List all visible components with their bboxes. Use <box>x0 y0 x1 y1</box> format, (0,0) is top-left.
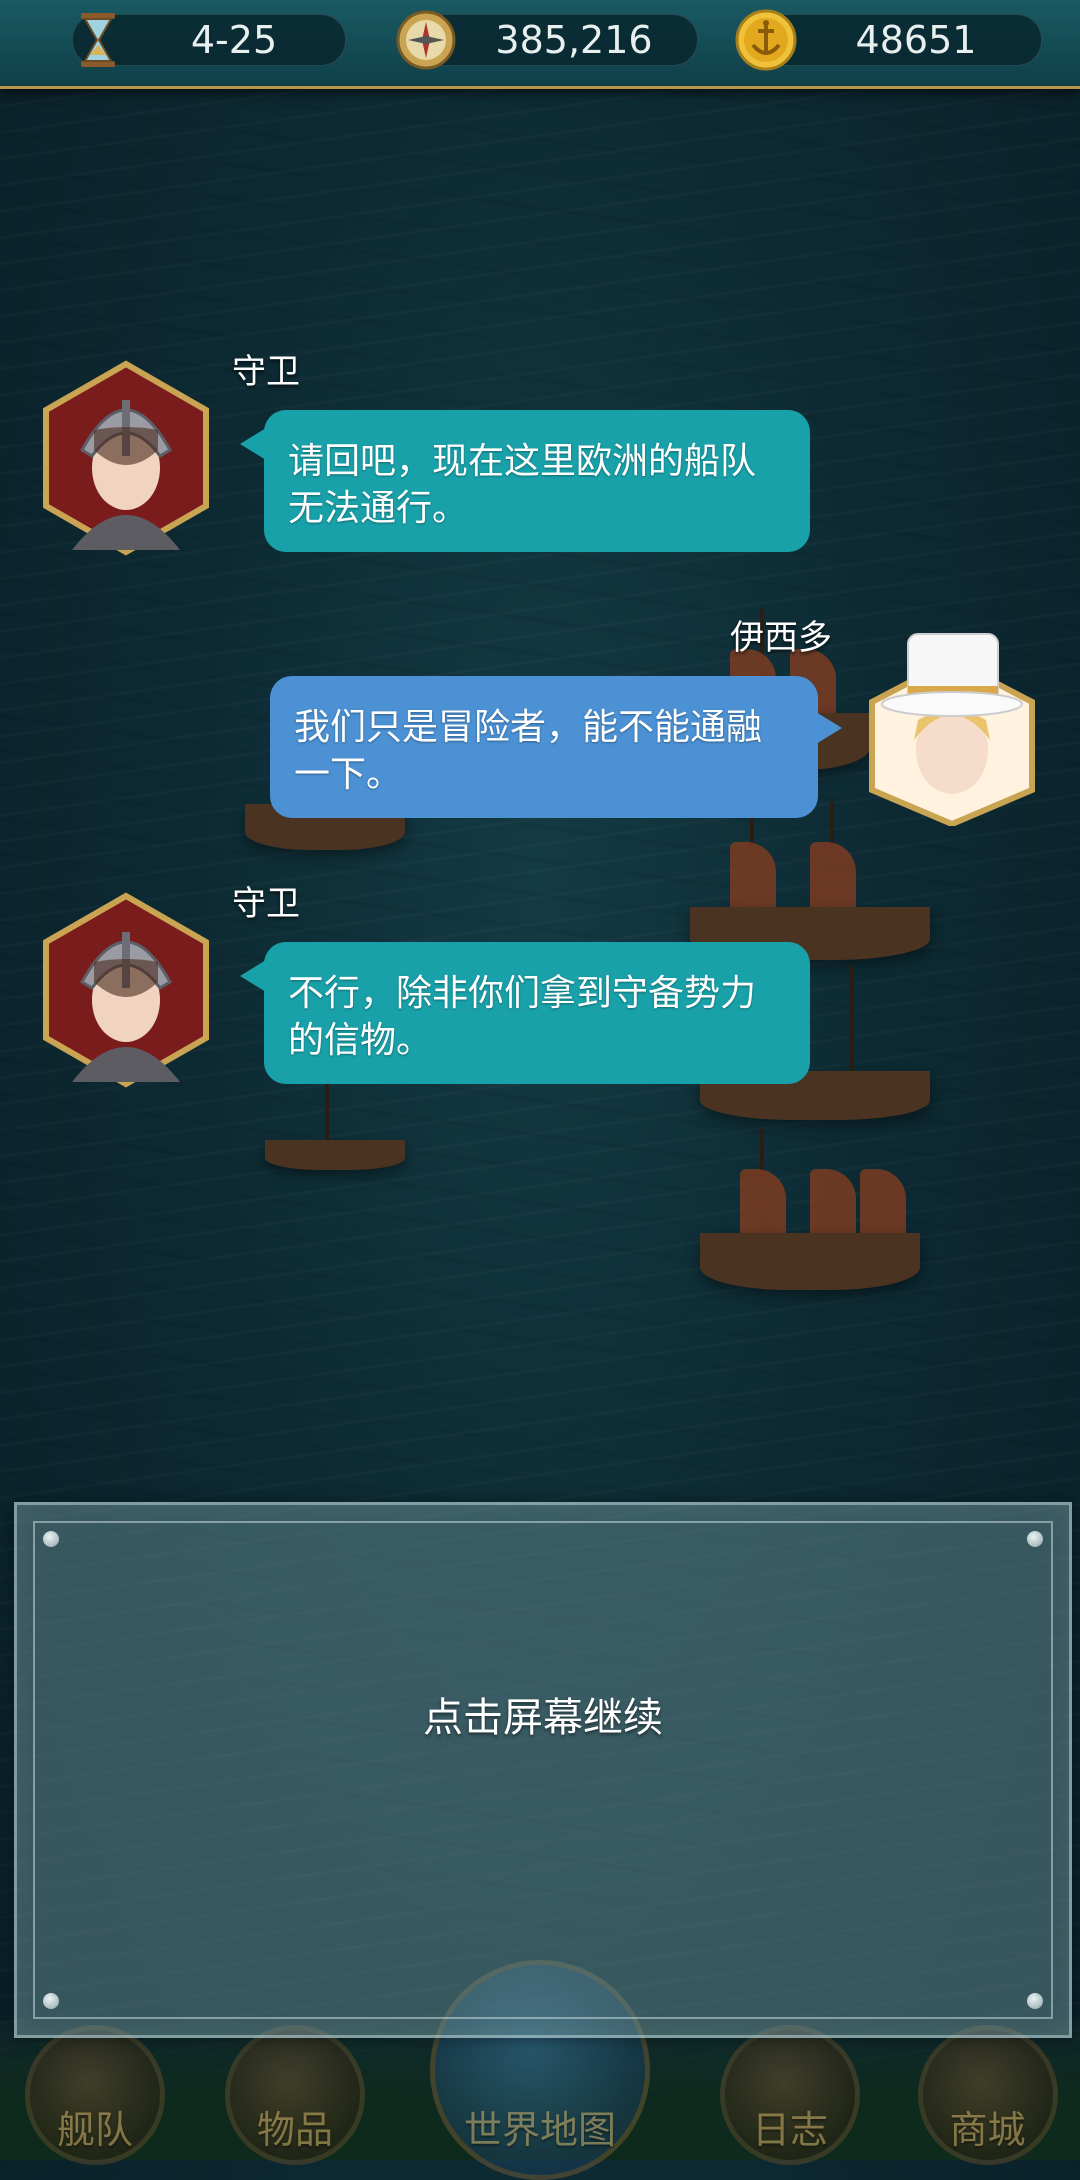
nav-items[interactable]: 物品 <box>200 2020 390 2165</box>
turn-value: 4-25 <box>190 18 278 62</box>
compass-icon <box>396 10 456 70</box>
gold-anchor-coin-icon <box>735 9 797 71</box>
bottom-nav: 舰队 物品 世界地图 日志 商城 <box>0 1960 1080 2180</box>
exploration-points: 385,216 <box>396 10 698 70</box>
tap-to-continue-text: 点击屏幕继续 <box>423 1695 663 1741</box>
gold-counter: 48651 <box>735 9 1042 71</box>
ship-sprite <box>700 1129 920 1290</box>
nav-label: 物品 <box>256 2108 333 2152</box>
nav-label: 舰队 <box>56 2108 133 2152</box>
nav-fleet[interactable]: 舰队 <box>0 2020 190 2165</box>
exploration-value: 385,216 <box>495 18 653 62</box>
dialog-bubble: 我们只是冒险者，能不能通融一下。 <box>270 676 818 818</box>
hourglass-icon <box>81 13 115 67</box>
ship-sprite <box>690 802 930 960</box>
dialog-bubble: 不行，除非你们拿到守备势力的信物。 <box>264 942 810 1084</box>
rivet <box>1027 1993 1043 2009</box>
guard-portrait <box>43 892 209 1088</box>
speaker-name: 守卫 <box>232 352 300 392</box>
dialog-bubble: 请回吧，现在这里欧洲的船队无法通行。 <box>264 410 810 552</box>
resource-bar: 4-25 385,216 48651 <box>0 0 1080 89</box>
bubble-tail <box>816 712 842 744</box>
bubble-tail <box>240 960 266 992</box>
nav-label: 日志 <box>751 2108 828 2152</box>
rivet <box>43 1993 59 2009</box>
gold-value: 48651 <box>855 18 977 62</box>
turn-counter: 4-25 <box>72 13 346 67</box>
continue-panel[interactable]: 点击屏幕继续 <box>14 1502 1072 2038</box>
nav-log[interactable]: 日志 <box>695 2020 885 2165</box>
nav-label: 商城 <box>949 2108 1026 2152</box>
speaker-name: 伊西多 <box>730 618 832 658</box>
rivet <box>1027 1531 1043 1547</box>
nav-label: 世界地图 <box>463 2108 616 2152</box>
ship-sprite <box>265 1072 405 1170</box>
bubble-tail <box>240 428 266 460</box>
guard-portrait <box>43 360 209 556</box>
rivet <box>43 1531 59 1547</box>
panel-frame <box>33 1521 1053 2019</box>
nav-world-map[interactable]: 世界地图 <box>420 1960 660 2180</box>
speaker-name: 守卫 <box>232 884 300 924</box>
isidoro-portrait <box>869 633 1035 826</box>
nav-shop[interactable]: 商城 <box>895 2020 1080 2165</box>
